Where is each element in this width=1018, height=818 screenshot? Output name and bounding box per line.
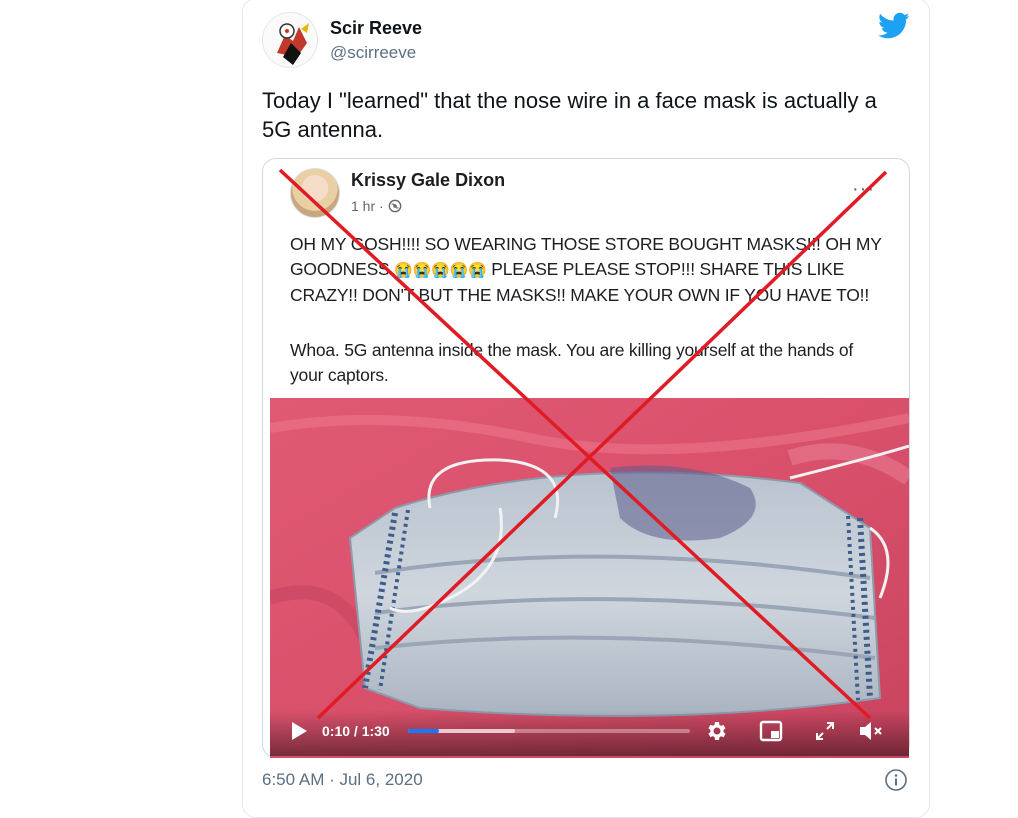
post-text: OH MY GOSH!!!! SO WEARING THOSE STORE BO… [290,232,890,308]
post-author-name[interactable]: Krissy Gale Dixon [351,170,505,191]
crying-emoji: 😭😭😭😭😭 [394,261,487,279]
post-time: 1 hr · [351,198,402,214]
author-avatar[interactable] [262,12,318,68]
post-time-label: 1 hr · [351,198,384,214]
author-name[interactable]: Scir Reeve [330,18,422,39]
tweet-timestamp[interactable]: 6:50 AM · Jul 6, 2020 [262,770,423,790]
post-subtext: Whoa. 5G antenna inside the mask. You ar… [290,340,854,385]
expand-icon[interactable] [815,721,835,741]
tweet-text: Today I "learned" that the nose wire in … [262,88,877,142]
video-player[interactable] [270,398,909,758]
gear-icon[interactable] [704,719,728,743]
pip-icon[interactable] [759,720,783,742]
video-time: 0:10 / 1:30 [322,723,390,739]
author-handle[interactable]: @scirreeve [330,43,416,63]
volume-icon[interactable] [858,719,884,743]
play-icon[interactable] [289,720,309,742]
more-options-icon[interactable]: ··· [852,178,875,201]
twitter-bird-icon[interactable] [878,12,910,40]
globe-icon [388,199,402,213]
video-progress [408,729,440,733]
post-author-avatar[interactable] [290,168,340,218]
video-progress-bar[interactable] [408,729,690,733]
info-icon[interactable] [884,768,908,792]
